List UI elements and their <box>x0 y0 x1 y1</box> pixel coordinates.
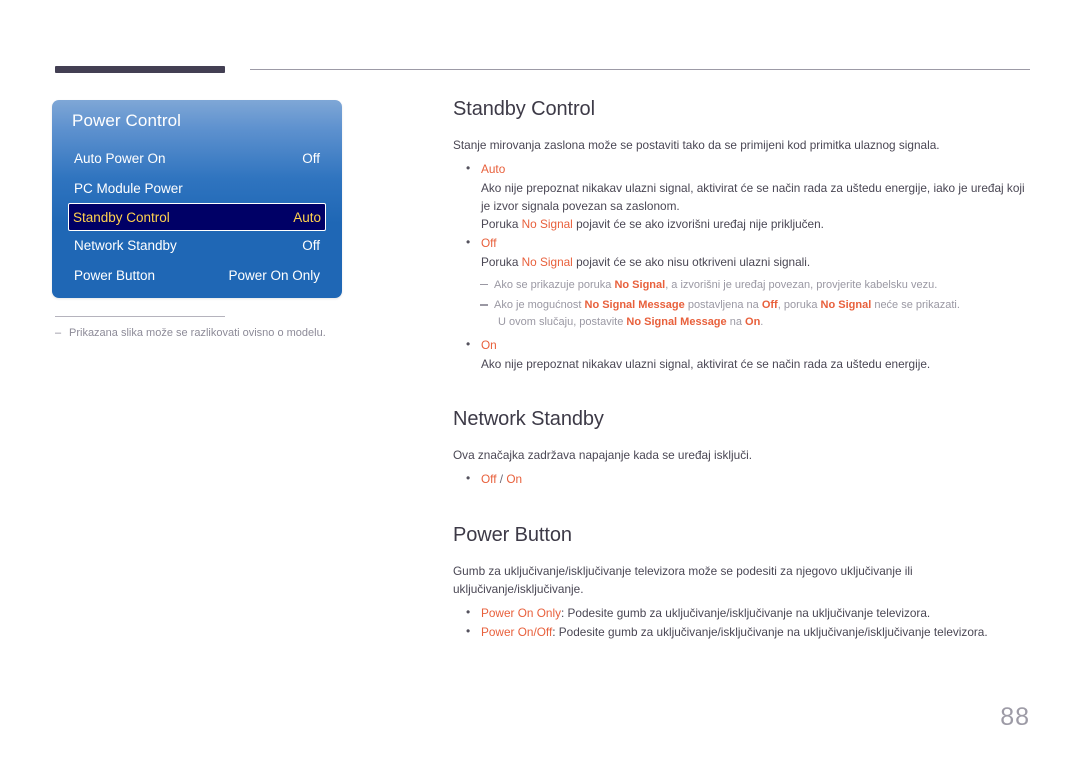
osd-row-value: Power On Only <box>228 267 320 283</box>
section-title-standby-control: Standby Control <box>453 98 595 120</box>
option-off-term: Off <box>481 236 497 251</box>
option-off-description: Poruka No Signal pojavit će se ako nisu … <box>481 253 1031 271</box>
network-standby-lead: Ova značajka zadržava napajanje kada se … <box>453 448 753 463</box>
header-accent-bar <box>55 66 225 73</box>
osd-menu-panel: Power Control Auto Power On Off PC Modul… <box>52 100 342 298</box>
subnote-2-hl3: No Signal <box>820 299 872 312</box>
option-auto: Auto Ako nije prepoznat nikakav ulazni s… <box>453 159 1031 233</box>
subnote-2-p3: , poruka <box>777 299 821 312</box>
subnote-2-p2: postavljena na <box>684 299 762 312</box>
subnote-2-p4: neće se prikazati. <box>871 299 960 312</box>
option-auto-note-pre: Poruka <box>481 217 522 232</box>
osd-row-value: Off <box>302 238 320 254</box>
option-on: On Ako nije prepoznat nikakav ulazni sig… <box>453 335 1031 373</box>
option-auto-note-post: pojavit će se ako izvorišni uređaj nije … <box>572 217 824 232</box>
network-standby-option-list: Off / On <box>453 469 1031 488</box>
power-button-option-power-on-only: Power On Only: Podesite gumb za uključiv… <box>453 603 1031 622</box>
network-standby-option-separator: / <box>496 472 507 487</box>
subnote-no-signal-message: Ako je mogućnost No Signal Message posta… <box>453 297 1031 330</box>
osd-row-auto-power-on[interactable]: Auto Power On Off <box>70 144 324 174</box>
standby-control-lead: Stanje mirovanja zaslona može se postavi… <box>453 138 940 152</box>
power-button-option-list: Power On Only: Podesite gumb za uključiv… <box>453 603 1031 642</box>
standby-control-subnotes: Ako se prikazuje poruka No Signal, a izv… <box>453 277 1031 331</box>
osd-row-value: Auto <box>293 209 321 225</box>
subnote-1-highlight: No Signal <box>614 278 666 291</box>
option-auto-note: Poruka No Signal pojavit će se ako izvor… <box>481 215 1031 233</box>
option-auto-term: Auto <box>481 162 506 177</box>
section-title-power-button: Power Button <box>453 523 572 546</box>
network-standby-options: Off / On <box>453 469 1031 488</box>
subnote-2-hl1: No Signal Message <box>584 299 685 312</box>
standby-control-option-list-2: On Ako nije prepoznat nikakav ulazni sig… <box>453 335 1031 373</box>
power-on-only-term: Power On Only <box>481 606 561 621</box>
standby-control-option-list: Auto Ako nije prepoznat nikakav ulazni s… <box>453 159 1031 271</box>
subnote-1-pre: Ako se prikazuje poruka <box>494 278 615 291</box>
power-button-lead: Gumb za uključivanje/isključivanje telev… <box>453 563 913 596</box>
option-off-highlight: No Signal <box>521 254 573 269</box>
subnote-2-hl4: No Signal Message <box>626 315 727 328</box>
article-body: Standby Control Stanje mirovanja zaslona… <box>453 98 1031 643</box>
subnote-2-c3: . <box>760 315 764 328</box>
osd-row-label: Power Button <box>74 267 156 283</box>
header-rule <box>55 66 1030 74</box>
osd-row-standby-control[interactable]: Standby Control Auto <box>68 203 326 231</box>
osd-row-label: Standby Control <box>73 209 170 225</box>
osd-row-power-button[interactable]: Power Button Power On Only <box>70 261 324 291</box>
subnote-2-hl2: Off <box>761 299 778 312</box>
option-on-term: On <box>481 338 497 353</box>
power-on-off-description: : Podesite gumb za uključivanje/isključi… <box>552 625 988 640</box>
subnote-2-hl5: On <box>745 315 761 328</box>
caption-dash-marker: – <box>55 327 62 339</box>
osd-row-pc-module-power[interactable]: PC Module Power <box>70 174 324 204</box>
option-off-post: pojavit će se ako nisu otkriveni ulazni … <box>572 254 811 269</box>
page-number: 88 <box>1000 703 1030 731</box>
option-auto-description: Ako nije prepoznat nikakav ulazni signal… <box>481 180 1025 213</box>
caption-text-row: – Prikazana slika može se razlikovati ov… <box>55 326 375 341</box>
image-caption: – Prikazana slika može se razlikovati ov… <box>55 316 375 341</box>
caption-divider <box>55 316 225 317</box>
subnote-2-continuation: U ovom slučaju, postavite No Signal Mess… <box>494 314 1031 331</box>
option-off: Off Poruka No Signal pojavit će se ako n… <box>453 233 1031 271</box>
header-divider-line <box>250 69 1030 70</box>
option-on-description: Ako nije prepoznat nikakav ulazni signal… <box>481 356 931 371</box>
option-auto-note-highlight: No Signal <box>521 217 573 232</box>
network-standby-option-on: On <box>506 472 523 487</box>
osd-row-label: Network Standby <box>74 238 177 254</box>
subnote-2-p1: Ako je mogućnost <box>494 299 585 312</box>
caption-label: Prikazana slika može se razlikovati ovis… <box>69 327 326 339</box>
osd-menu-title: Power Control <box>72 111 182 130</box>
power-on-only-description: : Podesite gumb za uključivanje/isključi… <box>561 606 931 621</box>
power-button-option-power-on-off: Power On/Off: Podesite gumb za uključiva… <box>453 622 1031 641</box>
subnote-2-c2: na <box>726 315 746 328</box>
subnote-1-post: , a izvorišni je uređaj povezan, provjer… <box>665 278 938 291</box>
osd-row-network-standby[interactable]: Network Standby Off <box>70 231 324 261</box>
option-off-pre: Poruka <box>481 254 522 269</box>
section-title-network-standby: Network Standby <box>453 408 604 431</box>
osd-row-value: Off <box>302 151 320 167</box>
osd-row-label: Auto Power On <box>74 151 166 167</box>
power-on-off-term: Power On/Off <box>481 625 553 640</box>
osd-row-label: PC Module Power <box>74 180 183 196</box>
network-standby-option-off: Off <box>481 472 497 487</box>
osd-menu-rows: Auto Power On Off PC Module Power Standb… <box>52 144 342 290</box>
subnote-cable-check: Ako se prikazuje poruka No Signal, a izv… <box>453 277 1031 294</box>
subnote-2-c1: U ovom slučaju, postavite <box>498 315 627 328</box>
